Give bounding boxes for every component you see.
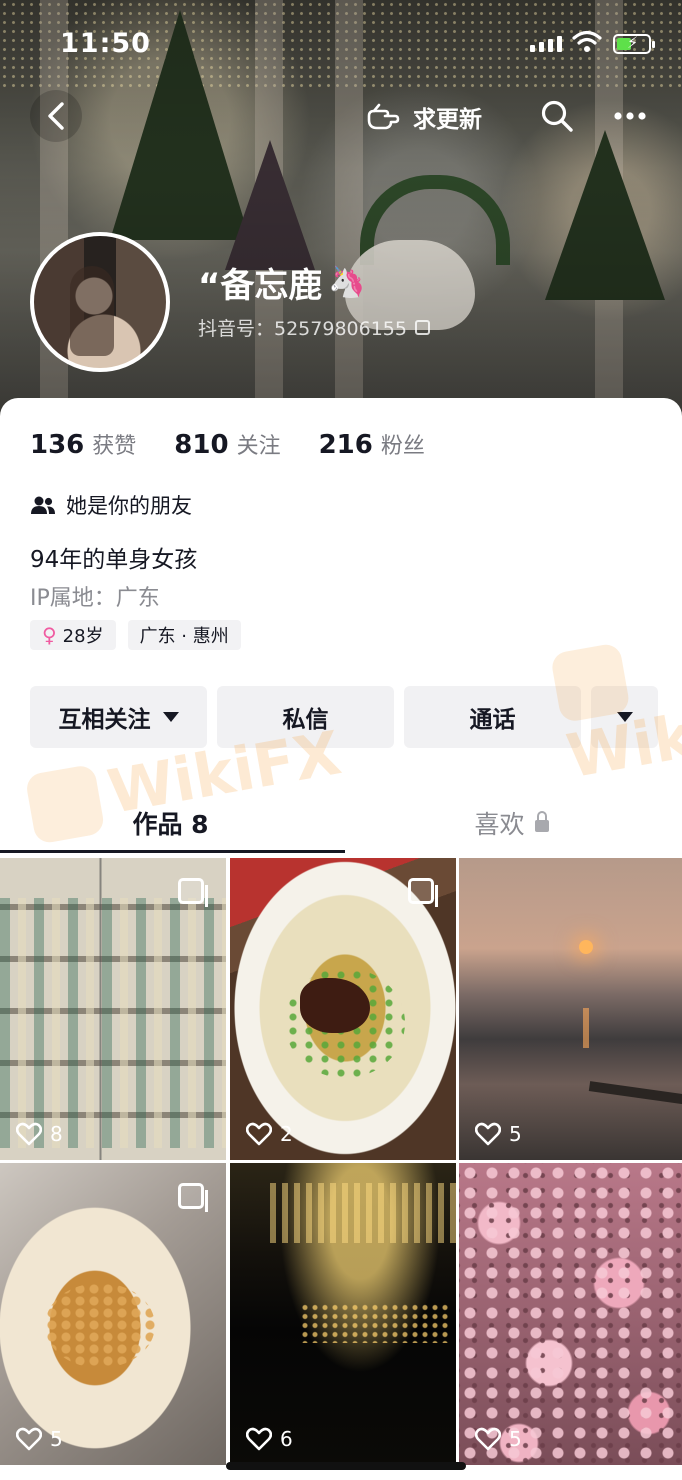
back-button[interactable] — [30, 90, 82, 142]
status-time: 11:50 — [60, 28, 151, 59]
pointing-hand-icon — [367, 103, 400, 130]
multi-image-icon — [178, 1183, 208, 1212]
heart-icon — [475, 1427, 501, 1451]
like-count: 8 — [16, 1122, 63, 1146]
works-grid: 8 2 5 5 6 5 — [0, 858, 682, 1480]
multi-image-icon — [178, 878, 208, 907]
like-count-text: 8 — [50, 1122, 63, 1146]
message-label: 私信 — [282, 707, 329, 733]
like-count: 6 — [246, 1427, 293, 1451]
more-options-button[interactable] — [604, 92, 656, 140]
stat-number: 216 — [318, 430, 373, 460]
action-buttons: 互相关注 私信 通话 — [30, 686, 658, 748]
nickname-text: “备忘鹿 — [198, 266, 323, 306]
relation-text: 她是你的朋友 — [66, 494, 192, 518]
douyin-id-row[interactable]: 抖音号：52579806155 — [198, 314, 430, 341]
female-icon: ♀ — [42, 623, 57, 647]
region-tag: 广东 · 惠州 — [127, 620, 241, 650]
more-actions-dropdown[interactable] — [591, 686, 658, 748]
cellular-signal-icon — [530, 36, 562, 52]
stat-label: 关注 — [236, 434, 281, 459]
ip-location: IP属地：广东 — [30, 586, 160, 611]
tab-works-label: 作品 8 — [132, 810, 209, 839]
age-tag: ♀ 28岁 — [30, 620, 116, 650]
search-button[interactable] — [533, 92, 581, 140]
grid-video-item[interactable]: 5 — [0, 1163, 226, 1465]
message-button[interactable]: 私信 — [217, 686, 394, 748]
video-thumbnail — [459, 858, 682, 1160]
like-count: 5 — [16, 1427, 63, 1451]
chevron-left-icon — [48, 102, 64, 130]
mutual-follow-button[interactable]: 互相关注 — [30, 686, 207, 748]
call-button[interactable]: 通话 — [404, 686, 581, 748]
heart-icon — [475, 1122, 501, 1146]
video-thumbnail — [230, 1163, 456, 1465]
friend-relation: 她是你的朋友 — [30, 490, 192, 520]
more-dots-icon — [614, 112, 646, 120]
tab-likes[interactable]: 喜欢 — [341, 790, 682, 856]
stat-number: 136 — [30, 430, 85, 460]
stat-label: 粉丝 — [380, 434, 425, 459]
bio-text: 94年的单身女孩 — [30, 547, 198, 573]
heart-icon — [246, 1427, 272, 1451]
region-text: 广东 · 惠州 — [139, 626, 229, 647]
profile-tags: ♀ 28岁 广东 · 惠州 — [30, 620, 241, 650]
battery-charging-icon: ⚡ — [613, 33, 655, 54]
age-text: 28岁 — [62, 626, 104, 647]
request-update-button[interactable]: 求更新 — [355, 94, 492, 140]
avatar[interactable] — [30, 232, 170, 372]
active-tab-indicator — [0, 850, 345, 853]
grid-video-item[interactable]: 5 — [459, 858, 682, 1160]
tab-works[interactable]: 作品 8 — [0, 790, 341, 856]
like-count-text: 6 — [280, 1427, 293, 1451]
stat-number: 810 — [174, 430, 229, 460]
home-indicator[interactable] — [226, 1462, 466, 1470]
caret-down-icon — [162, 712, 179, 722]
top-nav-bar: 求更新 — [0, 90, 682, 150]
stat-followers[interactable]: 216 粉丝 — [319, 428, 425, 460]
like-count: 2 — [246, 1122, 293, 1146]
video-thumbnail — [459, 1163, 682, 1465]
content-tabs: 作品 8 喜欢 — [0, 790, 682, 856]
grid-video-item[interactable]: 8 — [0, 858, 226, 1160]
call-label: 通话 — [469, 707, 516, 733]
grid-video-item[interactable]: 6 — [230, 1163, 456, 1465]
profile-nickname: “备忘鹿 🦄 — [198, 258, 366, 307]
unicorn-icon: 🦄 — [328, 265, 366, 300]
like-count-text: 5 — [509, 1122, 522, 1146]
like-count-text: 5 — [509, 1427, 522, 1451]
like-count-text: 5 — [50, 1427, 63, 1451]
stat-following[interactable]: 810 关注 — [174, 428, 280, 460]
stats-row: 136 获赞 810 关注 216 粉丝 — [30, 428, 463, 460]
douyin-id: 抖音号：52579806155 — [198, 318, 407, 340]
search-icon — [541, 100, 573, 132]
grid-video-item[interactable]: 5 — [459, 1163, 682, 1465]
lock-icon — [534, 811, 549, 832]
profile-info-card: 136 获赞 810 关注 216 粉丝 她是你的朋友 94年的单身女孩 IP属… — [0, 398, 682, 858]
like-count: 5 — [475, 1122, 522, 1146]
tab-likes-label: 喜欢 — [474, 810, 525, 839]
wifi-icon — [572, 30, 602, 52]
stat-likes[interactable]: 136 获赞 — [30, 428, 136, 460]
heart-icon — [16, 1122, 42, 1146]
multi-image-icon — [408, 878, 438, 907]
friends-icon — [31, 496, 55, 514]
request-update-label: 求更新 — [413, 107, 482, 133]
like-count-text: 2 — [280, 1122, 293, 1146]
heart-icon — [16, 1427, 42, 1451]
status-bar: 11:50 ⚡ — [0, 0, 682, 90]
stat-label: 获赞 — [92, 434, 137, 459]
heart-icon — [246, 1122, 272, 1146]
mutual-follow-label: 互相关注 — [58, 707, 151, 733]
copy-icon[interactable] — [414, 320, 430, 335]
like-count: 5 — [475, 1427, 522, 1451]
grid-video-item[interactable]: 2 — [230, 858, 456, 1160]
caret-down-icon — [616, 712, 633, 722]
